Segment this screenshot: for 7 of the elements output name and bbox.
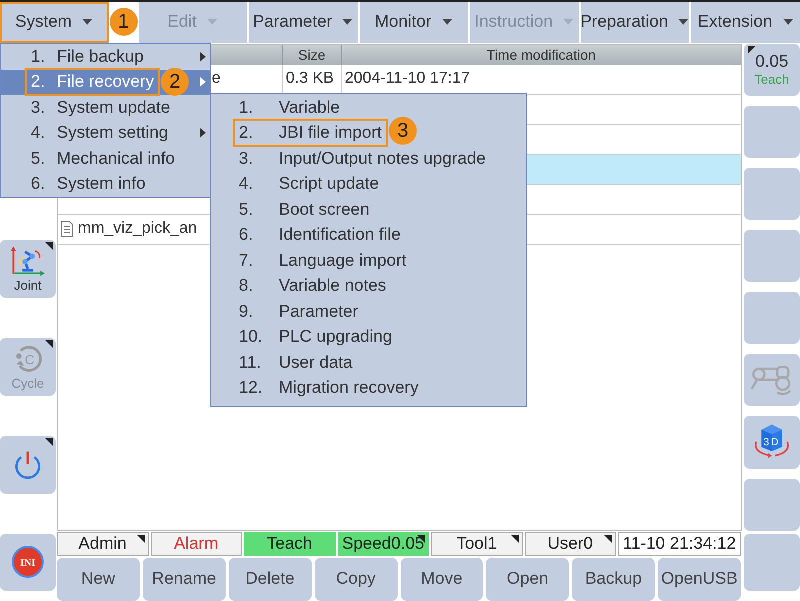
file-name: e [212, 70, 221, 88]
table-cell: 2004-11-10 17:17 [345, 70, 470, 88]
ini-logo-icon: INI [11, 545, 45, 580]
file-name: mm_viz_pick_an [78, 220, 198, 238]
column-header: Time modification [486, 46, 598, 65]
table-cell: 0.3 KB [286, 70, 334, 88]
step-badge: 1 [110, 8, 138, 36]
